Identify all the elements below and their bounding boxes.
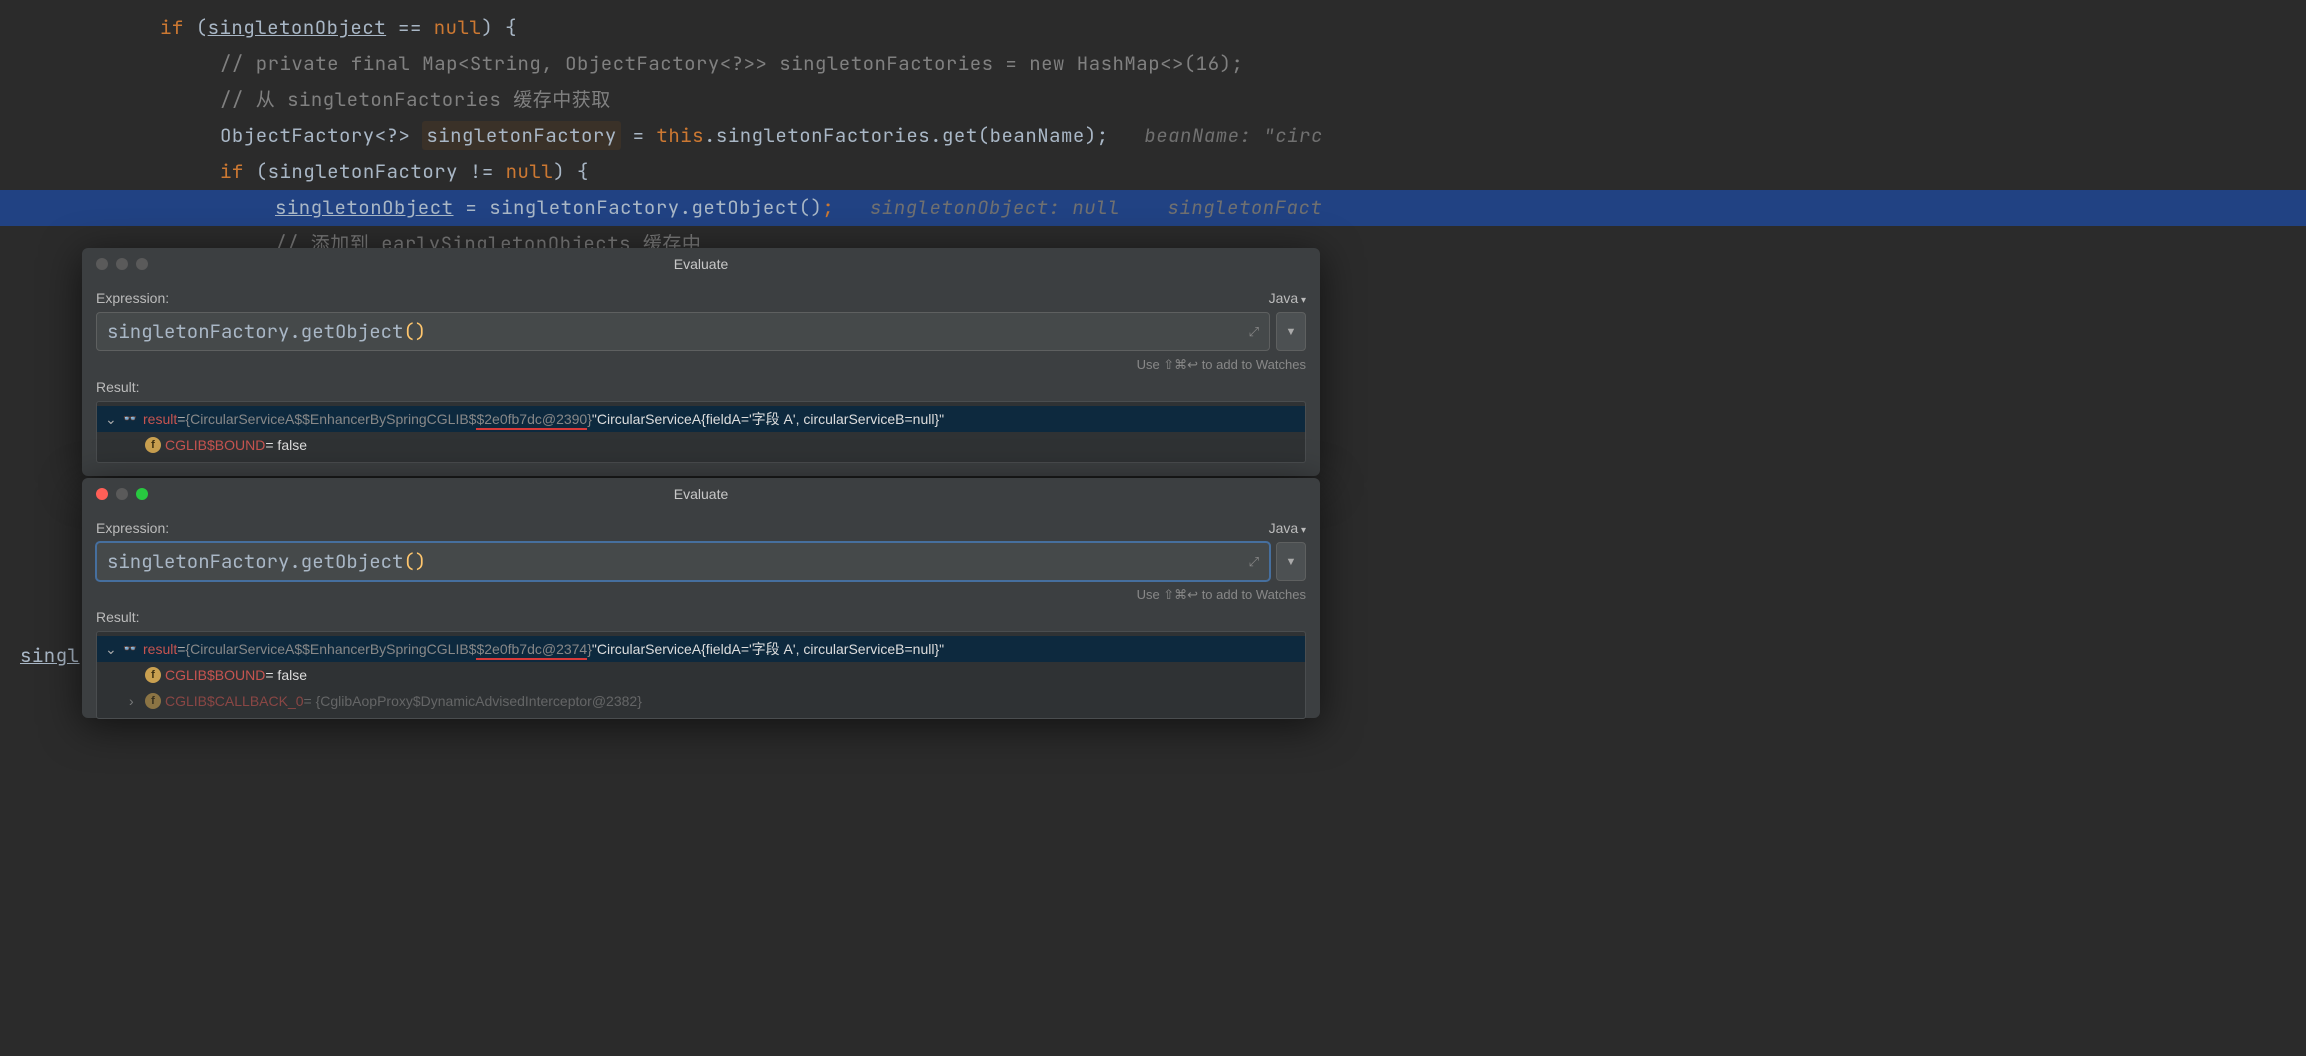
code-line: ObjectFactory<?> singletonFactory = this… (0, 118, 2306, 154)
chevron-down-icon[interactable]: ⌄ (105, 406, 121, 432)
field-icon: f (145, 437, 161, 453)
field-icon: f (145, 693, 161, 709)
object-id: $2e0fb7dc@2374 (476, 641, 587, 657)
close-icon[interactable] (96, 258, 108, 270)
object-id: $2e0fb7dc@2390 (476, 411, 587, 427)
result-label: Result: (96, 609, 1306, 625)
value-hint: singletonFact (1168, 195, 1323, 220)
field-icon: f (145, 667, 161, 683)
language-dropdown[interactable]: Java (1269, 290, 1306, 306)
expand-icon[interactable]: ⤢ (1249, 323, 1259, 340)
window-controls (82, 258, 148, 270)
minimize-icon[interactable] (116, 258, 128, 270)
tree-row-field[interactable]: f CGLIB$BOUND = false (97, 662, 1305, 688)
code-line: if (singletonFactory != null) { (0, 154, 2306, 190)
watch-icon: 👓 (121, 410, 139, 428)
chevron-down-icon[interactable]: ⌄ (105, 636, 121, 662)
execution-line: singletonObject = singletonFactory.getOb… (0, 190, 2306, 226)
maximize-icon[interactable] (136, 258, 148, 270)
tree-row-result[interactable]: ⌄ 👓 result = {CircularServiceA$$Enhancer… (97, 636, 1305, 662)
result-tree[interactable]: ⌄ 👓 result = {CircularServiceA$$Enhancer… (96, 631, 1306, 719)
shortcut-hint: Use ⇧⌘↩ to add to Watches (96, 587, 1306, 603)
chevron-right-icon[interactable]: › (129, 688, 145, 714)
dialog-titlebar[interactable]: Evaluate (82, 478, 1320, 510)
keyword-if: if (160, 15, 184, 40)
expression-input[interactable]: singletonFactory.getObject() ⤢ (96, 312, 1270, 351)
code-comment: // private final Map<String, ObjectFacto… (0, 46, 2306, 82)
code-line: if (singletonObject == null) { (0, 10, 2306, 46)
variable: singletonObject (208, 15, 387, 40)
language-dropdown[interactable]: Java (1269, 520, 1306, 536)
watch-icon: 👓 (121, 640, 139, 658)
param-hint: beanName: "circ (1144, 123, 1323, 148)
minimize-icon[interactable] (116, 488, 128, 500)
history-dropdown-button[interactable]: ▼ (1276, 542, 1306, 581)
evaluate-dialog: Evaluate Expression: Java singletonFacto… (82, 248, 1320, 476)
tree-row-field[interactable]: › f CGLIB$CALLBACK_0 = {CglibAopProxy$Dy… (97, 688, 1305, 714)
window-controls (82, 488, 148, 500)
result-tree[interactable]: ⌄ 👓 result = {CircularServiceA$$Enhancer… (96, 401, 1306, 463)
code-comment: // 从 singletonFactories 缓存中获取 (0, 82, 2306, 118)
result-label: Result: (96, 379, 1306, 395)
dialog-titlebar[interactable]: Evaluate (82, 248, 1320, 280)
value-hint: singletonObject: null (870, 195, 1120, 220)
dialog-title: Evaluate (674, 256, 728, 272)
expression-label: Expression: (96, 520, 169, 536)
shortcut-hint: Use ⇧⌘↩ to add to Watches (96, 357, 1306, 373)
expression-input[interactable]: singletonFactory.getObject() ⤢ (96, 542, 1270, 581)
inlay-hint: singletonFactory (422, 121, 620, 150)
close-icon[interactable] (96, 488, 108, 500)
dialog-title: Evaluate (674, 486, 728, 502)
maximize-icon[interactable] (136, 488, 148, 500)
expand-icon[interactable]: ⤢ (1249, 553, 1259, 570)
tree-row-field[interactable]: f CGLIB$BOUND = false (97, 432, 1305, 458)
evaluate-dialog-active: Evaluate Expression: Java singletonFacto… (82, 478, 1320, 718)
history-dropdown-button[interactable]: ▼ (1276, 312, 1306, 351)
expression-label: Expression: (96, 290, 169, 306)
tree-row-result[interactable]: ⌄ 👓 result = {CircularServiceA$$Enhancer… (97, 406, 1305, 432)
